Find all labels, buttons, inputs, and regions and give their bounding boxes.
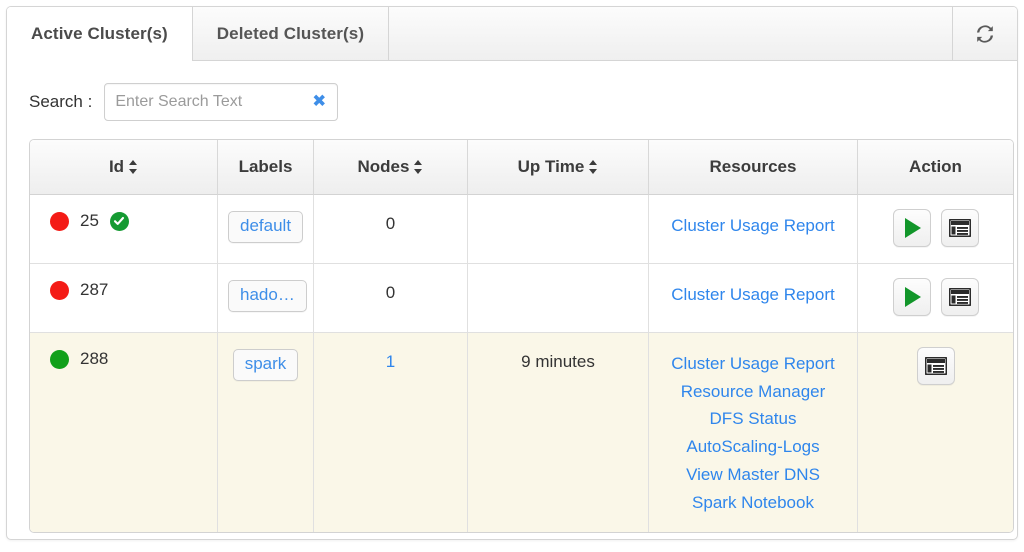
column-header-nodes[interactable]: Nodes: [314, 140, 468, 195]
search-row: Search : ✖: [7, 61, 1017, 139]
column-header-resources-label: Resources: [709, 157, 797, 176]
cell-labels: default: [218, 195, 314, 264]
cell-uptime: [468, 264, 649, 333]
cell-id: 25: [30, 195, 218, 264]
cell-action: [858, 195, 1013, 264]
cell-nodes: 0: [314, 264, 468, 333]
tab-deleted-clusters[interactable]: Deleted Cluster(s): [192, 7, 390, 60]
cell-resources: Cluster Usage Report: [649, 195, 858, 264]
column-header-labels: Labels: [218, 140, 314, 195]
resource-link[interactable]: Spark Notebook: [659, 489, 847, 517]
start-cluster-button[interactable]: [892, 209, 931, 247]
cell-resources: Cluster Usage Report: [649, 264, 858, 333]
nodes-value: 0: [385, 214, 396, 233]
status-dot: [50, 349, 69, 369]
start-cluster-button[interactable]: [892, 278, 931, 316]
status-dot: [50, 211, 69, 231]
resource-link[interactable]: Cluster Usage Report: [659, 281, 847, 309]
cluster-logs-button[interactable]: [940, 209, 979, 247]
resource-link[interactable]: Resource Manager: [659, 378, 847, 406]
play-icon: [905, 218, 921, 238]
table-row: 25 default 0 Cluster Usage Report: [30, 195, 1013, 264]
clear-search-icon[interactable]: ✖: [312, 93, 326, 111]
uptime-value: 9 minutes: [521, 352, 595, 371]
cell-labels: hado…: [218, 264, 314, 333]
cell-uptime: [468, 195, 649, 264]
tab-strip: Active Cluster(s) Deleted Cluster(s): [7, 7, 1017, 61]
cell-uptime: 9 minutes: [468, 333, 649, 533]
search-input[interactable]: [105, 84, 282, 120]
column-header-nodes-label: Nodes: [357, 157, 410, 176]
sort-icon[interactable]: [414, 159, 423, 175]
column-header-uptime-label: Up Time: [517, 157, 585, 176]
resource-link[interactable]: Cluster Usage Report: [659, 350, 847, 378]
column-header-labels-label: Labels: [238, 157, 293, 176]
column-header-action-label: Action: [909, 157, 962, 176]
cell-resources: Cluster Usage Report Resource Manager DFS …: [649, 333, 858, 533]
clusters-table-wrap: Id Labels Nodes Up Time Resources Action…: [7, 139, 1017, 534]
search-box[interactable]: ✖: [104, 83, 339, 121]
window-list-icon: [924, 357, 947, 375]
cluster-id: 288: [80, 349, 109, 368]
clusters-panel: Active Cluster(s) Deleted Cluster(s) Sea…: [6, 6, 1018, 540]
cell-action: [858, 264, 1013, 333]
table-row: 288 spark 1 9 minutes Cluster Usage Report Re…: [30, 333, 1013, 533]
nodes-value: 0: [385, 283, 396, 302]
cell-labels: spark: [218, 333, 314, 533]
sort-icon[interactable]: [129, 159, 138, 175]
cell-id: 287: [30, 264, 218, 333]
tab-active-clusters-label: Active Cluster(s): [31, 23, 168, 43]
cell-id: 288: [30, 333, 218, 533]
status-dot: [50, 280, 69, 300]
cell-nodes: 0: [314, 195, 468, 264]
label-badge[interactable]: spark: [232, 349, 299, 381]
resource-link[interactable]: DFS Status: [659, 405, 847, 433]
resource-link[interactable]: AutoScaling-Logs: [659, 433, 847, 461]
resource-link[interactable]: Cluster Usage Report: [659, 212, 847, 240]
label-badge[interactable]: default: [228, 211, 304, 243]
clusters-table-body: 25 default 0 Cluster Usage Report 287 hado… 0 C…: [30, 195, 1013, 533]
column-header-id[interactable]: Id: [30, 140, 218, 195]
play-icon: [905, 287, 921, 307]
sort-icon[interactable]: [589, 159, 598, 175]
cluster-id: 287: [80, 280, 109, 299]
clusters-table: Id Labels Nodes Up Time Resources Action…: [29, 139, 1014, 534]
cluster-id: 25: [80, 211, 99, 230]
tab-strip-filler: [389, 7, 953, 60]
tab-active-clusters[interactable]: Active Cluster(s): [7, 7, 193, 61]
cluster-manager-page: Active Cluster(s) Deleted Cluster(s) Sea…: [0, 0, 1024, 552]
window-list-icon: [948, 288, 971, 306]
window-list-icon: [948, 219, 971, 237]
column-header-uptime[interactable]: Up Time: [468, 140, 649, 195]
column-header-action: Action: [858, 140, 1013, 195]
cluster-logs-button[interactable]: [916, 347, 955, 385]
refresh-button[interactable]: [953, 7, 1017, 60]
column-header-resources: Resources: [649, 140, 858, 195]
search-label: Search :: [29, 92, 93, 111]
column-header-id-label: Id: [108, 157, 125, 176]
label-badge[interactable]: hado…: [228, 280, 307, 312]
refresh-icon: [974, 23, 996, 45]
cell-nodes: 1: [314, 333, 468, 533]
table-row: 287 hado… 0 Cluster Usage Report: [30, 264, 1013, 333]
table-header-row: Id Labels Nodes Up Time Resources Action: [30, 140, 1013, 195]
cell-action: [858, 333, 1013, 533]
tab-deleted-clusters-label: Deleted Cluster(s): [216, 23, 365, 43]
cluster-logs-button[interactable]: [940, 278, 979, 316]
nodes-link[interactable]: 1: [386, 352, 395, 371]
verified-check-icon: [109, 211, 129, 231]
resource-link[interactable]: View Master DNS: [659, 461, 847, 489]
